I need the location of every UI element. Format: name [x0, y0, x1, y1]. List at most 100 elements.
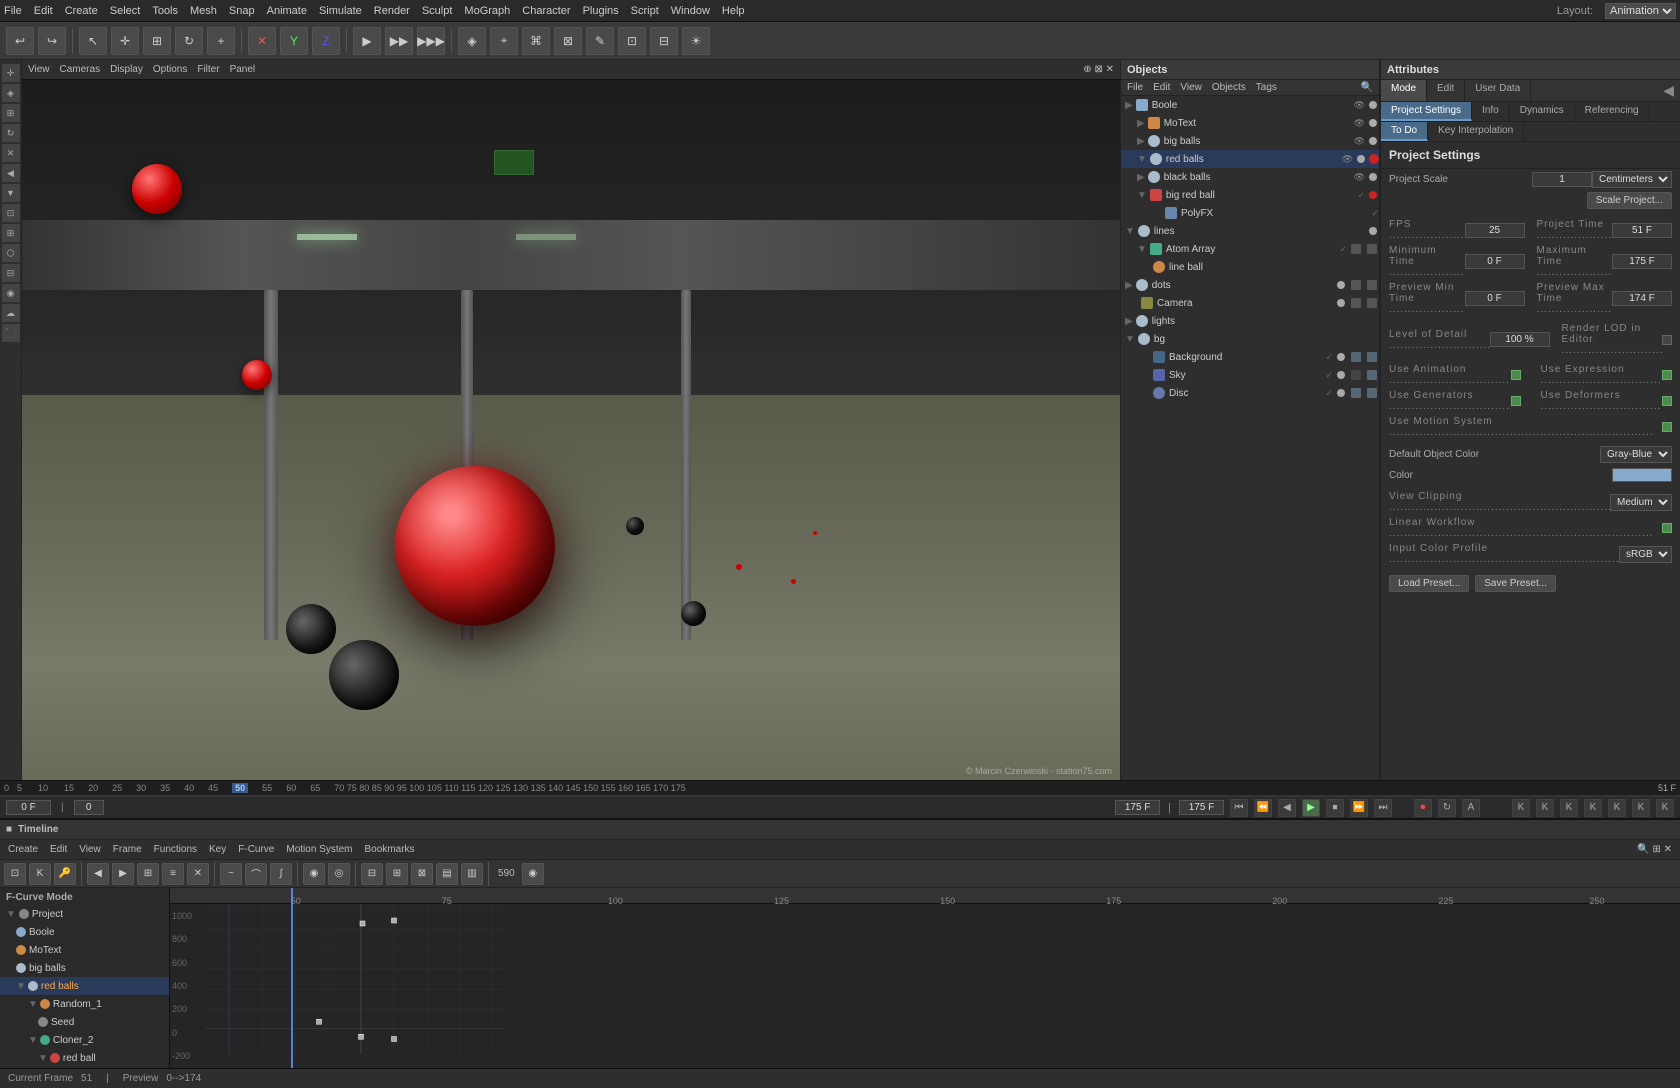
obj-background[interactable]: Background ✓ [1121, 348, 1379, 366]
left-tool-8[interactable]: ⊡ [2, 204, 20, 222]
left-tool-14[interactable]: ⬛ [2, 324, 20, 342]
left-tool-3[interactable]: ⊞ [2, 104, 20, 122]
max-time-input[interactable] [1612, 254, 1672, 269]
viewport-anim-btn[interactable]: ⌘ [522, 27, 550, 55]
tl-red-balls[interactable]: ▼ red balls [0, 977, 169, 995]
viewport-deform-btn[interactable]: ⊠ [554, 27, 582, 55]
tl-expand-cloner2[interactable]: ▼ [28, 1035, 38, 1046]
prev-max-input[interactable] [1612, 291, 1672, 306]
pb-play-back[interactable]: ◀ [1278, 799, 1296, 817]
scale-tool-btn[interactable]: ⊞ [143, 27, 171, 55]
current-frame-input[interactable] [6, 800, 51, 815]
left-tool-7[interactable]: ▼ [2, 184, 20, 202]
left-tool-2[interactable]: ◈ [2, 84, 20, 102]
tl-tb-snap1[interactable]: ⊟ [361, 863, 383, 885]
menu-window[interactable]: Window [671, 5, 710, 17]
pb-play[interactable]: ▶ [1302, 799, 1320, 817]
obj-eye-red-balls[interactable]: 👁 [1342, 154, 1353, 165]
project-scale-input[interactable] [1532, 172, 1592, 187]
menu-simulate[interactable]: Simulate [319, 5, 362, 17]
tl-tb-5[interactable]: ▶ [112, 863, 134, 885]
obj-search[interactable]: 🔍 [1361, 82, 1373, 93]
tl-menu-edit[interactable]: Edit [50, 844, 67, 855]
menu-render[interactable]: Render [374, 5, 410, 17]
pb-loop[interactable]: ↻ [1438, 799, 1456, 817]
tl-tb-8[interactable]: ✕ [187, 863, 209, 885]
scale-project-button[interactable]: Scale Project... [1587, 192, 1672, 209]
obj-bg[interactable]: ▼ bg [1121, 330, 1379, 348]
select-tool-btn[interactable]: ↖ [79, 27, 107, 55]
layout-select[interactable]: Animation [1605, 3, 1676, 19]
obj-lights[interactable]: ▶ lights [1121, 312, 1379, 330]
expand-lines[interactable]: ▼ [1125, 226, 1135, 237]
preview-range-input[interactable] [1179, 800, 1224, 815]
tl-expand-red-ball[interactable]: ▼ [38, 1053, 48, 1064]
tl-tb-snap3[interactable]: ⊠ [411, 863, 433, 885]
add-tool-btn[interactable]: + [207, 27, 235, 55]
obj-eye-motext[interactable]: 👁 [1354, 118, 1365, 129]
load-preset-button[interactable]: Load Preset... [1389, 575, 1469, 592]
obj-big-balls[interactable]: ▶ big balls 👁 [1121, 132, 1379, 150]
left-tool-10[interactable]: ⬡ [2, 244, 20, 262]
obj-check-bg[interactable]: ✓ [1325, 352, 1333, 363]
move-tool-btn[interactable]: ✛ [111, 27, 139, 55]
linear-workflow-checkbox[interactable] [1662, 523, 1672, 533]
obj-menu-objects[interactable]: Objects [1212, 82, 1246, 93]
use-motion-checkbox[interactable] [1662, 422, 1672, 432]
menu-select[interactable]: Select [110, 5, 141, 17]
menu-snap[interactable]: Snap [229, 5, 255, 17]
keyframe-5[interactable] [392, 1037, 397, 1042]
tl-tb-1[interactable]: ⊡ [4, 863, 26, 885]
tl-menu-key[interactable]: Key [209, 844, 226, 855]
prev-min-input[interactable] [1465, 291, 1525, 306]
obj-menu-view[interactable]: View [1180, 82, 1202, 93]
attr-subtab-referencing[interactable]: Referencing [1575, 102, 1650, 121]
tl-menu-frame[interactable]: Frame [113, 844, 142, 855]
tl-motext[interactable]: MoText [0, 941, 169, 959]
obj-check-disc[interactable]: ✓ [1325, 388, 1333, 399]
tl-tb-2[interactable]: K [29, 863, 51, 885]
left-tool-4[interactable]: ↻ [2, 124, 20, 142]
tl-menu-create[interactable]: Create [8, 844, 38, 855]
timeline-fcurve-chart[interactable]: 50 75 100 125 150 175 200 225 250 1000 8… [170, 888, 1680, 1068]
pb-keying5[interactable]: K [1608, 799, 1626, 817]
tl-expand-project[interactable]: ▼ [6, 909, 16, 920]
obj-boole[interactable]: ▶ Boole 👁 [1121, 96, 1379, 114]
attr-subtab-dynamics[interactable]: Dynamics [1510, 102, 1575, 121]
tl-tb-4[interactable]: ◀ [87, 863, 109, 885]
pb-anim[interactable]: A [1462, 799, 1480, 817]
render-to-po-btn[interactable]: ▶▶▶ [417, 27, 445, 55]
obj-camera[interactable]: Camera [1121, 294, 1379, 312]
menu-script[interactable]: Script [631, 5, 659, 17]
obj-expand-boole[interactable]: ▶ [1125, 100, 1133, 111]
vp-menu-options[interactable]: Options [153, 64, 187, 75]
preview-end-input[interactable] [1115, 800, 1160, 815]
vp-menu-panel[interactable]: Panel [230, 64, 256, 75]
obj-disc[interactable]: Disc ✓ [1121, 384, 1379, 402]
obj-check-polyfx[interactable]: ✓ [1371, 208, 1379, 219]
attr-tab-edit[interactable]: Edit [1427, 80, 1465, 101]
expand-big-balls[interactable]: ▶ [1137, 136, 1145, 147]
expand-big-red-ball[interactable]: ▼ [1137, 190, 1147, 201]
menu-tools[interactable]: Tools [152, 5, 178, 17]
pb-first-frame[interactable]: ⏮ [1230, 799, 1248, 817]
vp-menu-cameras[interactable]: Cameras [60, 64, 101, 75]
tl-menu-view[interactable]: View [79, 844, 101, 855]
vp-menu-filter[interactable]: Filter [197, 64, 219, 75]
expand-atom-array[interactable]: ▼ [1137, 244, 1147, 255]
obj-check-atom-array[interactable]: ✓ [1339, 244, 1347, 255]
tl-project[interactable]: ▼ Project [0, 905, 169, 923]
tl-tb-3[interactable]: 🔑 [54, 863, 76, 885]
obj-eye-big-balls[interactable]: 👁 [1354, 136, 1365, 147]
left-tool-9[interactable]: ⊞ [2, 224, 20, 242]
menu-edit[interactable]: Edit [34, 5, 53, 17]
use-deformers-checkbox[interactable] [1662, 396, 1672, 406]
default-obj-color-select[interactable]: Gray-Blue [1600, 446, 1672, 463]
tl-tb-snap2[interactable]: ⊞ [386, 863, 408, 885]
expand-dots[interactable]: ▶ [1125, 280, 1133, 291]
menu-sculpt[interactable]: Sculpt [422, 5, 453, 17]
tl-menu-functions[interactable]: Functions [154, 844, 197, 855]
menu-file[interactable]: File [4, 5, 22, 17]
save-preset-button[interactable]: Save Preset... [1475, 575, 1556, 592]
attr-subtab-todo[interactable]: To Do [1381, 122, 1428, 141]
